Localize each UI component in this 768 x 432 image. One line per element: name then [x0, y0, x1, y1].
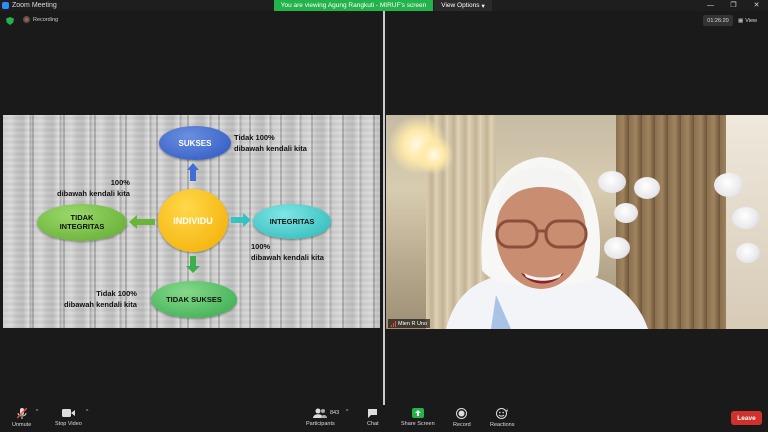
node-individu: INDIVIDU [158, 189, 228, 252]
stop-video-button[interactable]: Stop Video [55, 408, 82, 427]
record-dot-icon [23, 16, 30, 23]
node-sukses: SUKSES [159, 126, 231, 160]
participant-figure [446, 157, 648, 329]
record-icon [456, 408, 468, 419]
participants-options-caret[interactable]: ^ [346, 409, 348, 415]
share-screen-button[interactable]: Share Screen [401, 408, 435, 427]
chat-label: Chat [367, 421, 379, 427]
annotation-top: Tidak 100% dibawah kendali kita [234, 133, 307, 153]
chat-button[interactable]: Chat [367, 408, 379, 427]
share-screen-icon [411, 408, 424, 418]
view-options-label: View Options [441, 2, 480, 9]
reactions-label: Reactions [490, 422, 515, 428]
app-title: Zoom Meeting [0, 2, 57, 9]
video-camera-icon [61, 409, 75, 417]
share-screen-label: Share Screen [401, 421, 435, 427]
minimize-button[interactable]: — [699, 0, 722, 11]
annotation-left: 100% dibawah kendali kita [57, 178, 130, 198]
record-button[interactable]: Record [453, 408, 471, 428]
shared-screen: SUKSES INDIVIDU TIDAK INTEGRITAS INTEGRI… [3, 115, 380, 328]
chat-bubble-icon [368, 409, 378, 418]
view-label: View [745, 17, 758, 24]
zoom-app-icon [2, 2, 9, 9]
window-title: Zoom Meeting [12, 2, 57, 9]
svg-text:+: + [505, 408, 508, 414]
window-controls: — ❐ ✕ [699, 0, 768, 11]
annotation-right: 100% dibawah kendali kita [251, 242, 324, 262]
participant-name-tag: Mien R Uno [388, 319, 431, 328]
stop-video-label: Stop Video [55, 421, 82, 427]
close-window-button[interactable]: ✕ [745, 0, 768, 11]
participant-video[interactable]: Mien R Uno [386, 115, 768, 329]
participant-name: Mien R Uno [398, 320, 428, 327]
annotation-bottom: Tidak 100% dibawah kendali kita [64, 289, 137, 309]
view-options-button[interactable]: View Options ▾ [434, 0, 492, 11]
arrow-right [231, 213, 251, 227]
recording-indicator[interactable]: Recording [23, 16, 58, 23]
video-options-caret[interactable]: ^ [86, 409, 88, 415]
audio-options-caret[interactable]: ^ [36, 409, 38, 415]
node-tidak-integritas: TIDAK INTEGRITAS [37, 204, 127, 241]
grid-icon: ▦ [738, 17, 744, 24]
unmute-label: Unmute [12, 422, 32, 428]
reactions-button[interactable]: + Reactions [490, 408, 514, 428]
unmute-button[interactable]: Unmute [12, 408, 31, 428]
maximize-button[interactable]: ❐ [722, 0, 745, 11]
arrow-down [186, 256, 200, 273]
view-button[interactable]: ▦ View [738, 15, 757, 26]
node-tidak-sukses: TIDAK SUKSES [151, 281, 237, 318]
record-label: Record [453, 422, 471, 428]
shield-icon[interactable] [6, 17, 14, 25]
meeting-toolbar: Unmute ^ Stop Video ^ Participants 843 ^… [0, 405, 768, 432]
chevron-down-icon: ▾ [481, 2, 485, 10]
viewing-screen-banner: You are viewing Agung Rangkuti - MIRUF's… [274, 0, 433, 11]
participants-label: Participants [306, 421, 335, 427]
smiley-icon: + [496, 408, 508, 419]
arrow-up [187, 163, 199, 181]
split-divider[interactable] [383, 11, 385, 407]
participant-count: 843 [330, 410, 340, 416]
participants-icon [313, 408, 328, 418]
microphone-muted-icon [16, 408, 27, 419]
signal-icon [391, 320, 396, 327]
leave-button[interactable]: Leave [731, 411, 762, 425]
meeting-timer: 01:26:20 [703, 15, 733, 26]
arrow-left [129, 215, 155, 229]
node-integritas: INTEGRITAS [253, 204, 331, 239]
recording-label: Recording [33, 16, 59, 23]
